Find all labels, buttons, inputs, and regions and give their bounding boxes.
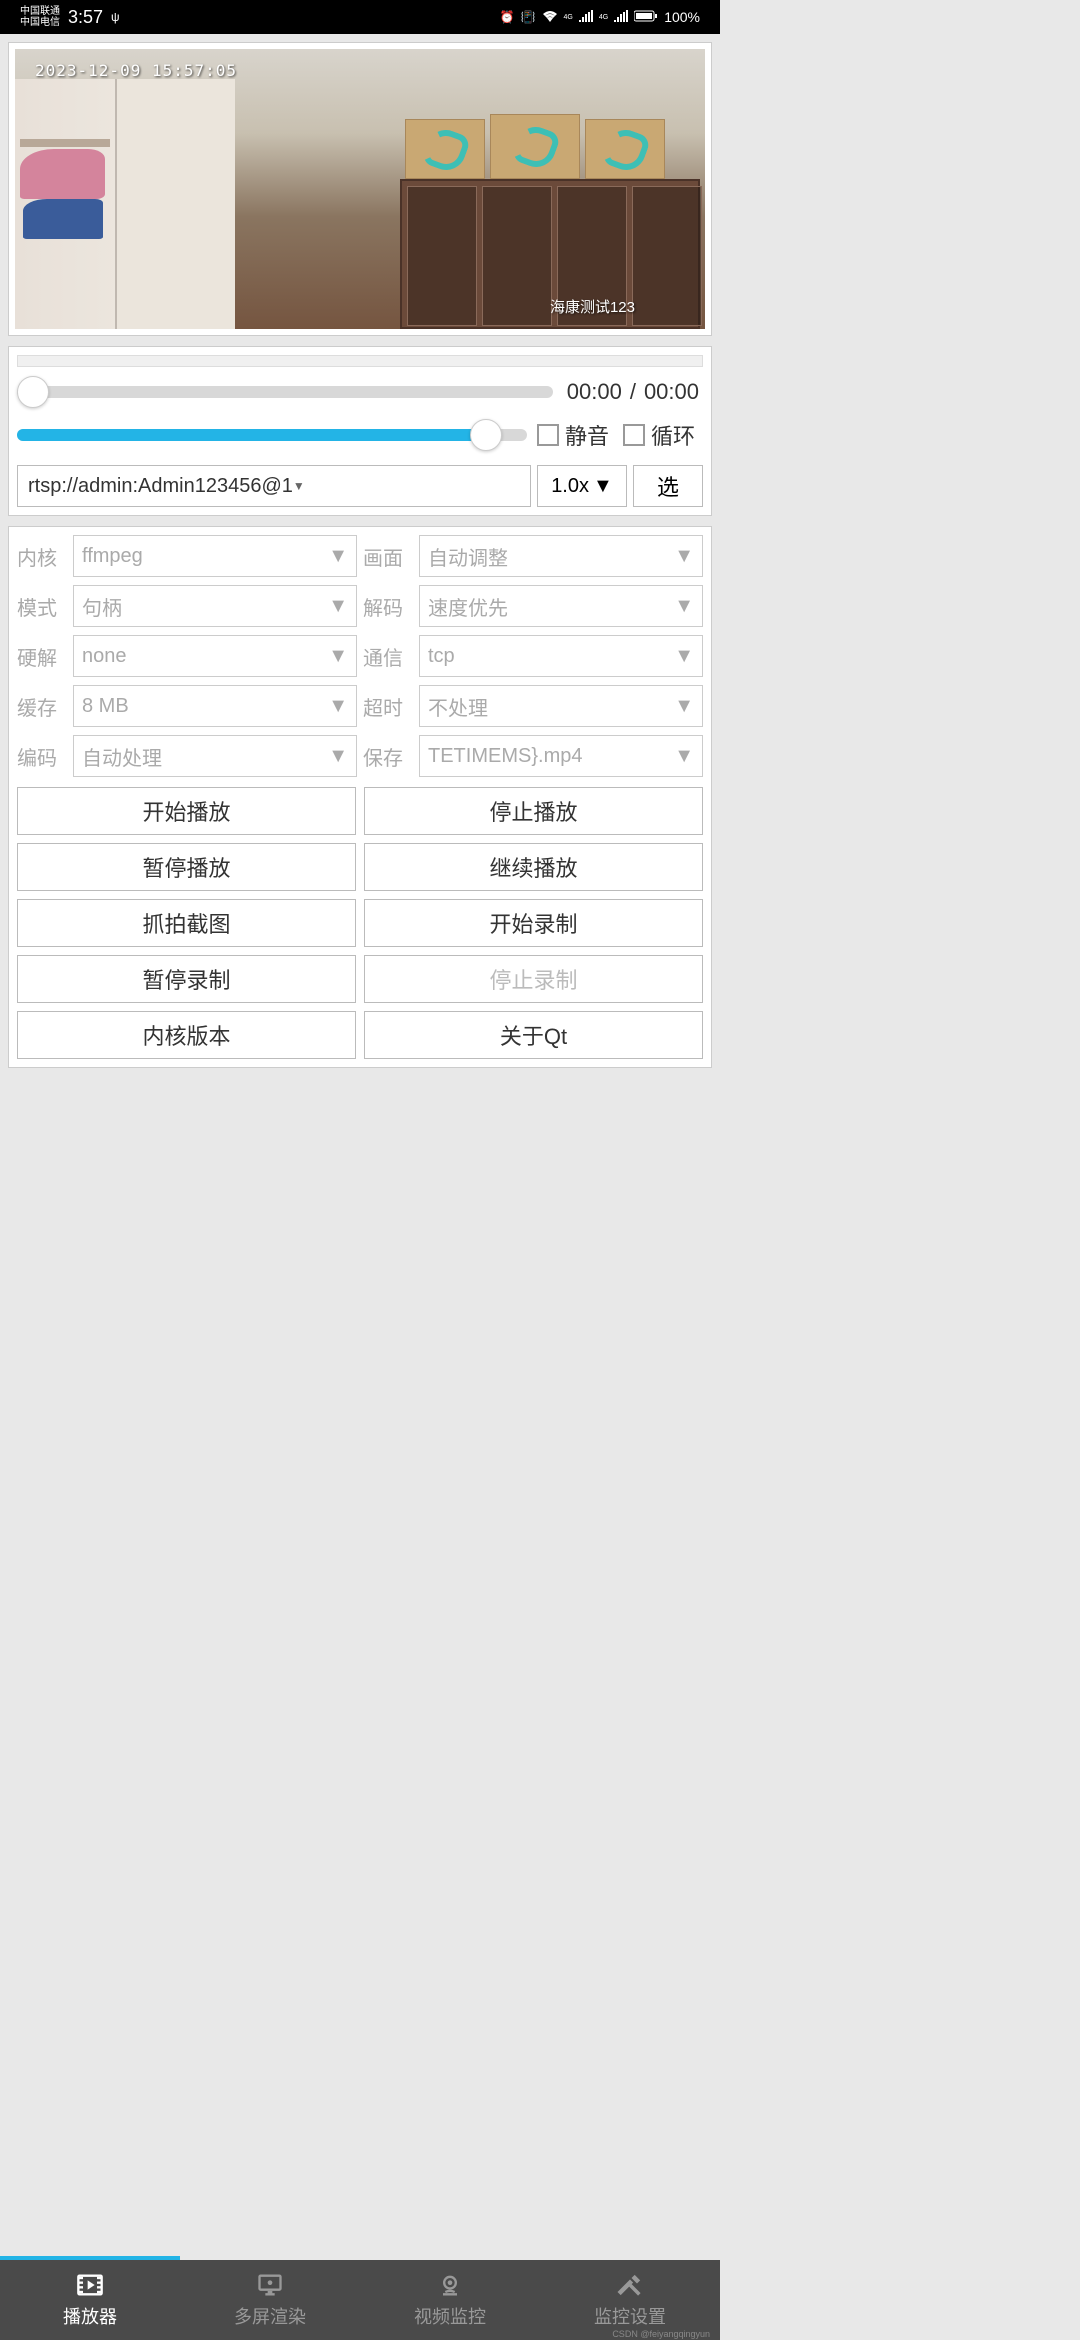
url-input[interactable]: rtsp://admin:Admin123456@1 ▼ <box>17 465 531 507</box>
chevron-down-icon: ▼ <box>328 595 348 618</box>
play-stop-button[interactable]: 停止播放 <box>364 787 703 835</box>
time-separator: / <box>626 379 640 405</box>
signal-4g-1: 4G <box>564 14 573 21</box>
time-total: 00:00 <box>640 379 703 405</box>
volume-slider[interactable] <box>17 429 527 441</box>
label-decode: 解码 <box>363 585 413 627</box>
nav-settings[interactable]: 监控设置 <box>540 2260 720 2340</box>
label-cache: 缓存 <box>17 685 67 727</box>
record-start-button[interactable]: 开始录制 <box>364 899 703 947</box>
play-resume-button[interactable]: 继续播放 <box>364 843 703 891</box>
label-hwdecode: 硬解 <box>17 635 67 677</box>
battery-icon <box>634 10 658 25</box>
play-pause-button[interactable]: 暂停播放 <box>17 843 356 891</box>
label-comm: 通信 <box>363 635 413 677</box>
usb-icon: ψ <box>111 10 120 24</box>
select-save[interactable]: TETIMEMS}.mp4▼ <box>419 735 703 777</box>
nav-monitor-label: 视频监控 <box>414 2303 486 2329</box>
chevron-down-icon: ▼ <box>328 645 348 668</box>
nav-monitor[interactable]: 视频监控 <box>360 2260 540 2340</box>
loop-label: 循环 <box>651 419 695 451</box>
nav-player[interactable]: 播放器 <box>0 2260 180 2340</box>
select-encode[interactable]: 自动处理▼ <box>73 735 357 777</box>
select-cache[interactable]: 8 MB▼ <box>73 685 357 727</box>
nav-multiscreen[interactable]: 多屏渲染 <box>180 2260 360 2340</box>
vibrate-icon: 📳 <box>521 10 536 24</box>
settings-panel: 内核 ffmpeg▼ 画面 自动调整▼ 模式 句柄▼ 解码 速度优先▼ 硬解 n… <box>8 526 712 1068</box>
screenshot-button[interactable]: 抓拍截图 <box>17 899 356 947</box>
player-icon <box>76 2271 104 2299</box>
monitor-icon <box>256 2271 284 2299</box>
video-panel: 2023-12-09 15:57:05 海康测试123 <box>8 42 712 336</box>
label-save: 保存 <box>363 735 413 777</box>
signal-4g-2: 4G <box>599 14 608 21</box>
speed-value: 1.0x <box>551 475 589 498</box>
label-timeout: 超时 <box>363 685 413 727</box>
status-bar: 中国联通 中国电信 3:57 ψ ⏰ 📳 4G 4G 100% <box>0 0 720 34</box>
carrier-2: 中国电信 <box>20 17 60 28</box>
battery-percent: 100% <box>664 9 700 25</box>
signal-icon-2 <box>614 10 628 25</box>
alarm-icon: ⏰ <box>500 10 515 24</box>
signal-icon-1 <box>579 10 593 25</box>
play-start-button[interactable]: 开始播放 <box>17 787 356 835</box>
chevron-down-icon: ▼ <box>328 545 348 568</box>
chevron-down-icon: ▼ <box>328 745 348 768</box>
status-time: 3:57 <box>68 7 103 28</box>
video-overlay-text: 海康测试123 <box>550 296 635 317</box>
chevron-down-icon: ▼ <box>674 645 694 668</box>
watermark: CSDN @feiyangqingyun <box>612 2329 710 2339</box>
select-timeout[interactable]: 不处理▼ <box>419 685 703 727</box>
chevron-down-icon: ▼ <box>328 695 348 718</box>
record-stop-button[interactable]: 停止录制 <box>364 955 703 1003</box>
chevron-down-icon: ▼ <box>293 479 305 493</box>
nav-player-label: 播放器 <box>63 2303 117 2329</box>
record-pause-button[interactable]: 暂停录制 <box>17 955 356 1003</box>
tools-icon <box>616 2271 644 2299</box>
chevron-down-icon: ▼ <box>593 475 613 498</box>
time-current: 00:00 <box>563 379 626 405</box>
video-display[interactable]: 2023-12-09 15:57:05 海康测试123 <box>15 49 705 329</box>
camera-icon <box>436 2271 464 2299</box>
select-comm[interactable]: tcp▼ <box>419 635 703 677</box>
label-encode: 编码 <box>17 735 67 777</box>
about-qt-button[interactable]: 关于Qt <box>364 1011 703 1059</box>
select-mode[interactable]: 句柄▼ <box>73 585 357 627</box>
label-kernel: 内核 <box>17 535 67 577</box>
buffer-bar[interactable] <box>17 355 703 367</box>
select-kernel[interactable]: ffmpeg▼ <box>73 535 357 577</box>
select-screen[interactable]: 自动调整▼ <box>419 535 703 577</box>
mute-checkbox[interactable] <box>537 424 559 446</box>
nav-settings-label: 监控设置 <box>594 2303 666 2329</box>
speed-select[interactable]: 1.0x ▼ <box>537 465 627 507</box>
wifi-icon <box>542 10 558 25</box>
seek-slider[interactable] <box>17 386 553 398</box>
mute-label: 静音 <box>565 419 609 451</box>
browse-button[interactable]: 选 <box>633 465 703 507</box>
chevron-down-icon: ▼ <box>674 595 694 618</box>
nav-multiscreen-label: 多屏渲染 <box>234 2303 306 2329</box>
label-screen: 画面 <box>363 535 413 577</box>
chevron-down-icon: ▼ <box>674 695 694 718</box>
video-timestamp: 2023-12-09 15:57:05 <box>35 61 237 80</box>
select-hwdecode[interactable]: none▼ <box>73 635 357 677</box>
loop-checkbox[interactable] <box>623 424 645 446</box>
label-mode: 模式 <box>17 585 67 627</box>
kernel-version-button[interactable]: 内核版本 <box>17 1011 356 1059</box>
controls-panel: 00:00 / 00:00 静音 循环 rtsp://admin:Admin12… <box>8 346 712 516</box>
carrier-1: 中国联通 <box>20 6 60 17</box>
select-decode[interactable]: 速度优先▼ <box>419 585 703 627</box>
chevron-down-icon: ▼ <box>674 745 694 768</box>
bottom-nav: 播放器 多屏渲染 视频监控 监控设置 CSDN @feiyangqingyun <box>0 2260 720 2340</box>
chevron-down-icon: ▼ <box>674 545 694 568</box>
url-text: rtsp://admin:Admin123456@1 <box>28 475 293 498</box>
